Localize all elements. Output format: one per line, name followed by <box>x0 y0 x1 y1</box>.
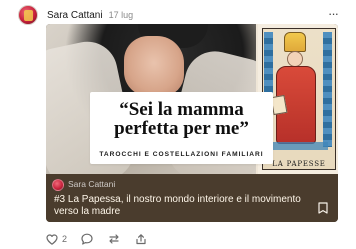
tarot-right-pillar <box>323 32 332 147</box>
quote-box: “Sei la mamma perfetta per me” TAROCCHI … <box>90 92 273 164</box>
quote-line-2: perfetta per me” <box>114 118 249 139</box>
comment-icon <box>81 233 93 245</box>
tarot-label: LA PAPESSE <box>272 160 326 168</box>
bookmark-icon[interactable] <box>318 202 328 214</box>
quote-line-1: “Sei la mamma <box>119 99 244 120</box>
author-avatar[interactable] <box>18 5 38 25</box>
restack-action[interactable] <box>107 233 121 245</box>
footer-avatar <box>52 179 64 191</box>
share-icon <box>135 233 147 245</box>
clasped-hands <box>124 36 184 96</box>
tarot-face <box>287 51 303 67</box>
tarot-ground <box>264 142 328 150</box>
comment-action[interactable] <box>81 233 93 245</box>
author-name[interactable]: Sara Cattani <box>47 10 103 21</box>
heart-icon <box>46 233 58 245</box>
more-options-icon[interactable]: ··· <box>328 6 339 21</box>
like-action[interactable]: 2 <box>46 233 68 245</box>
tarot-book <box>270 94 288 116</box>
card-hero: LA PAPESSE “Sei la mamma perfetta per me… <box>46 24 338 174</box>
post-date: 17 lug <box>108 10 134 20</box>
footer-title[interactable]: #3 La Papessa, il nostro mondo interiore… <box>54 194 310 218</box>
quote-text: “Sei la mamma perfetta per me” <box>90 100 273 138</box>
quote-subtitle: TAROCCHI E COSTELLAZIONI FAMILIARI <box>99 151 264 158</box>
post-header: Sara Cattani 17 lug ··· <box>18 4 339 26</box>
like-count: 2 <box>62 234 68 244</box>
repost-icon <box>107 233 121 245</box>
post-actions: 2 <box>46 231 147 247</box>
share-action[interactable] <box>135 233 147 245</box>
post: Sara Cattani 17 lug ··· LA PAPESSE “Sei … <box>0 0 356 249</box>
footer-author: Sara Cattani <box>68 179 116 189</box>
tarot-tiara <box>284 32 306 52</box>
avatar-mark <box>24 10 33 21</box>
card-footer[interactable]: Sara Cattani #3 La Papessa, il nostro mo… <box>46 174 338 222</box>
shared-post-card[interactable]: LA PAPESSE “Sei la mamma perfetta per me… <box>46 24 338 222</box>
